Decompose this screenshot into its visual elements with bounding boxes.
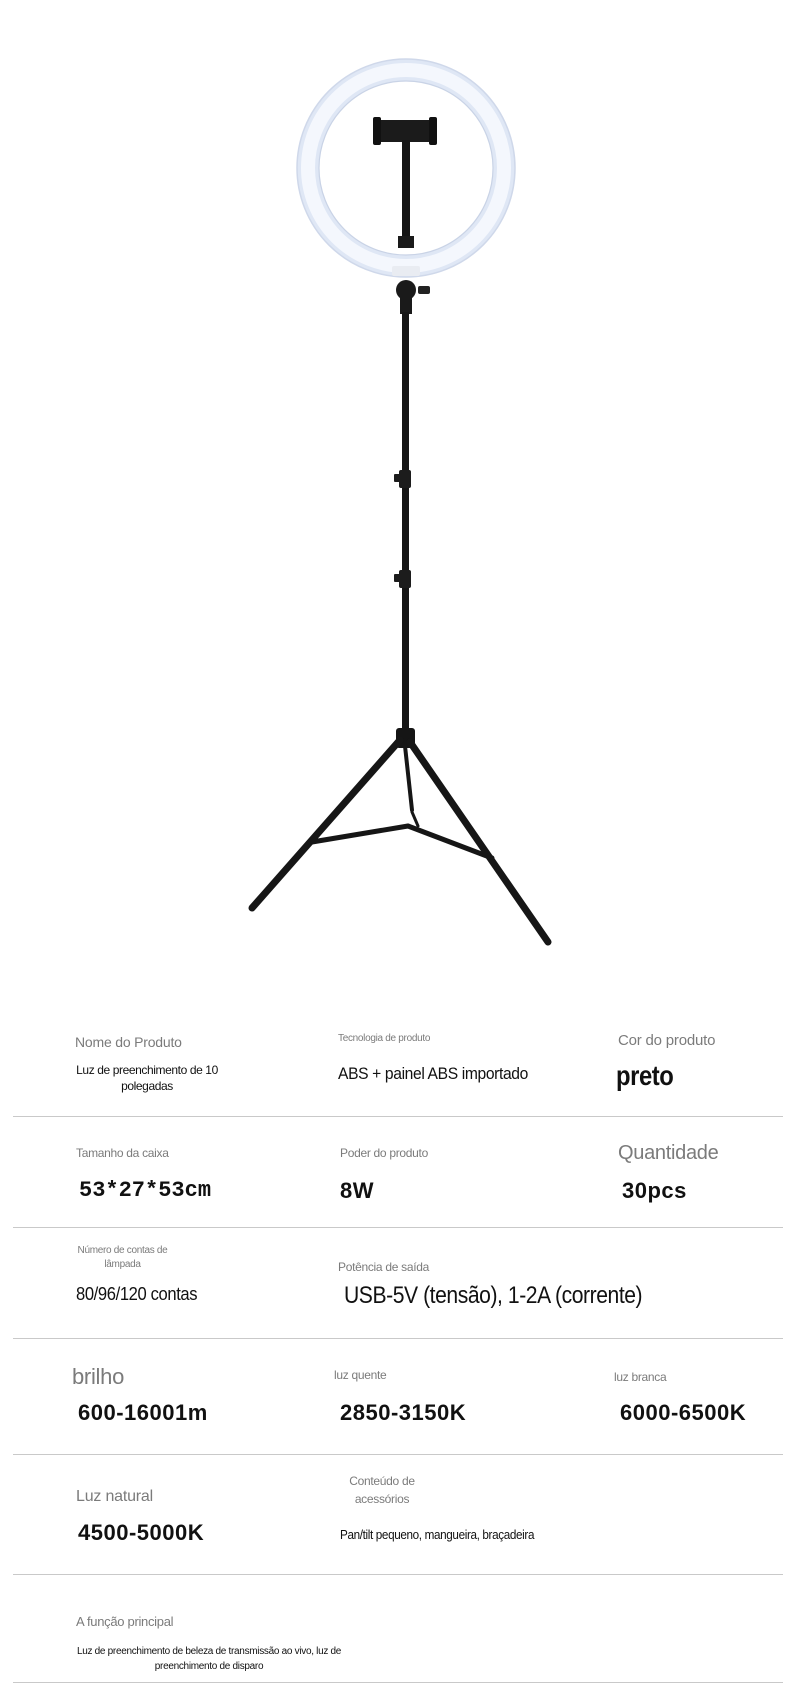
box-size-label: Tamanho da caixa: [76, 1146, 169, 1160]
ring-light-illustration: [248, 58, 552, 946]
phone-holder: [373, 117, 437, 248]
main-function-label: A função principal: [76, 1614, 174, 1629]
row-divider: [13, 1574, 783, 1575]
product-photo: [0, 0, 800, 960]
white-light-label: luz branca: [614, 1370, 667, 1384]
row-divider: [13, 1454, 783, 1455]
quantity-value: 30pcs: [622, 1178, 687, 1203]
color-label: Cor do produto: [618, 1032, 716, 1049]
tripod-pole: [394, 312, 415, 748]
technology-value: ABS + painel ABS importado: [338, 1064, 528, 1083]
color-value: preto: [616, 1060, 674, 1091]
technology-label: Tecnologia de produto: [338, 1033, 431, 1044]
white-light-value: 6000-6500K: [620, 1400, 747, 1425]
warm-light-value: 2850-3150K: [340, 1400, 467, 1425]
natural-light-label: Luz natural: [76, 1488, 153, 1505]
row-divider: [13, 1227, 783, 1228]
output-power-label: Potência de saída: [338, 1260, 429, 1274]
output-power-value: USB-5V (tensão), 1-2A (corrente): [344, 1282, 643, 1309]
bead-count-label: Número de contas de lâmpada: [77, 1245, 168, 1270]
brightness-value: 600-16001m: [78, 1400, 208, 1425]
row-divider: [13, 1116, 783, 1117]
accessories-label: Conteúdo de acessórios: [349, 1474, 415, 1506]
product-name-value: Luz de preenchimento de 10 polegadas: [76, 1063, 218, 1093]
box-size-value: 53*27*53cm: [79, 1178, 212, 1203]
bead-count-value: 80/96/120 contas: [76, 1284, 198, 1304]
power-value: 8W: [340, 1178, 374, 1203]
accessories-value: Pan/tilt pequeno, mangueira, braçadeira: [340, 1527, 535, 1542]
quantity-label: Quantidade: [618, 1142, 719, 1164]
product-name-label: Nome do Produto: [75, 1034, 182, 1050]
warm-light-label: luz quente: [334, 1368, 387, 1382]
brightness-label: brilho: [72, 1364, 125, 1389]
tripod-legs: [248, 736, 552, 946]
row-divider: [13, 1682, 783, 1683]
row-divider: [13, 1338, 783, 1339]
power-label: Poder do produto: [340, 1146, 428, 1160]
main-function-value: Luz de preenchimento de beleza de transm…: [76, 1646, 342, 1672]
natural-light-value: 4500-5000K: [78, 1520, 205, 1545]
